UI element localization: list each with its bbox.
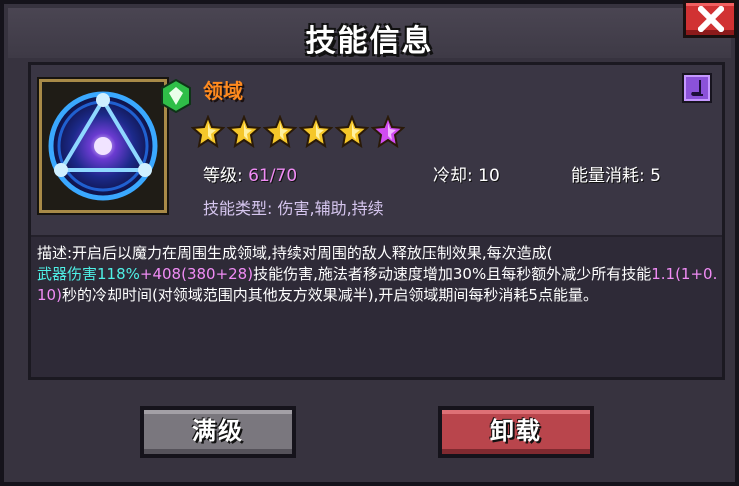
gold-star-icon — [299, 115, 333, 149]
purple-star-icon — [371, 115, 405, 149]
level-stat: 等级: 61/70 — [203, 161, 297, 186]
gold-star-icon — [191, 115, 225, 149]
damage-formula-weapon: 武器伤害118% — [37, 265, 140, 283]
energy-label: 能量消耗: — [571, 166, 645, 186]
skill-header: 领域 等级: 61/70 冷却: 10 能量消耗: 5 技能类型: 伤害,辅助,… — [31, 65, 722, 237]
level-value: 61/70 — [248, 166, 298, 186]
skill-info-panel: 领域 等级: 61/70 冷却: 10 能量消耗: 5 技能类型: 伤害,辅助,… — [28, 62, 725, 380]
dialog-title: 技能信息 — [305, 24, 434, 59]
damage-formula-bonus: +408(380+28) — [139, 265, 254, 283]
desc-part3: 秒的冷却时间(对领域范围内其他友方效果减半),开启领域期间每秒消耗5点能量。 — [61, 286, 598, 304]
type-label: 技能类型: — [203, 199, 273, 218]
purple-element-icon — [682, 73, 712, 103]
magic-circle-icon — [39, 79, 167, 213]
level-label: 等级: — [203, 166, 243, 186]
close-icon — [698, 6, 724, 32]
skill-name: 领域 — [203, 79, 243, 103]
energy-stat: 能量消耗: 5 — [571, 161, 661, 186]
desc-part1: 描述:开启后以魔力在周围生成领域,持续对周围的敌人释放压制效果,每次造成( — [37, 244, 553, 262]
gold-star-icon — [227, 115, 261, 149]
gold-star-icon — [263, 115, 297, 149]
cooldown-value: 10 — [478, 166, 500, 186]
energy-value: 5 — [650, 166, 661, 186]
gold-star-icon — [335, 115, 369, 149]
title-bar: 技能信息 — [8, 8, 731, 59]
unload-button[interactable]: 卸载 — [438, 406, 594, 458]
close-button[interactable] — [683, 0, 737, 38]
type-value: 伤害,辅助,持续 — [277, 199, 384, 218]
desc-part2: 技能伤害,施法者移动速度增加30%且每秒额外减少所有技能 — [253, 265, 652, 283]
skill-info-dialog: 技能信息 领域 等级: 61/70 冷却: 10 能量消耗: 5 技能类型: 伤… — [0, 0, 739, 486]
max-level-button[interactable]: 满级 — [140, 406, 296, 458]
skill-description: 描述:开启后以魔力在周围生成领域,持续对周围的敌人释放压制效果,每次造成( 武器伤… — [37, 243, 721, 306]
green-gem-icon — [161, 78, 191, 117]
skill-type: 技能类型: 伤害,辅助,持续 — [203, 195, 384, 219]
star-rating — [191, 115, 405, 149]
cooldown-stat: 冷却: 10 — [433, 161, 500, 186]
cooldown-label: 冷却: — [433, 166, 473, 186]
